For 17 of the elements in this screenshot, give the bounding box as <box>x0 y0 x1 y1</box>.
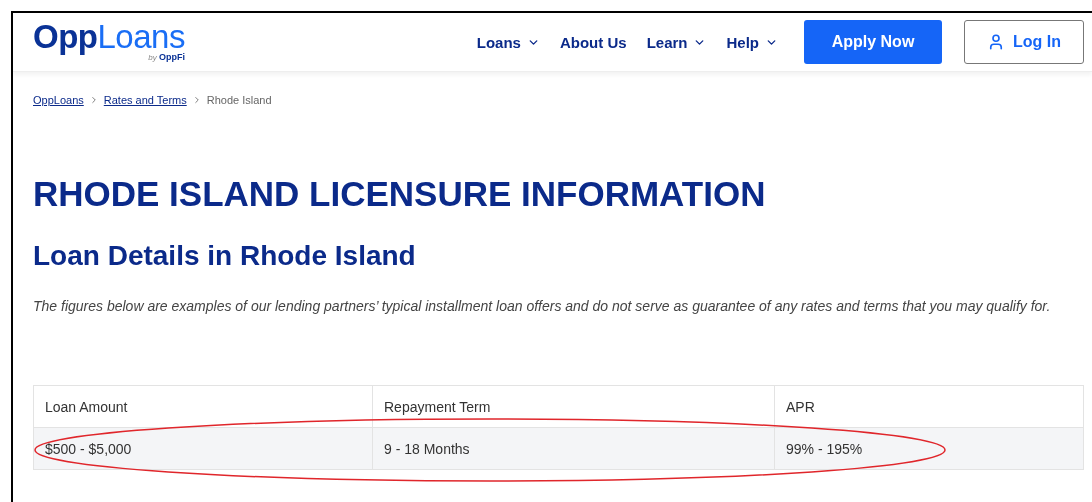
apply-now-button[interactable]: Apply Now <box>804 20 942 64</box>
user-icon <box>987 33 1005 51</box>
breadcrumb-current: Rhode Island <box>206 94 272 106</box>
table-cell: 99% - 195% <box>775 427 1083 469</box>
nav-link[interactable]: Learn <box>646 33 707 51</box>
logo-tagline: by OppFi <box>148 52 185 62</box>
log-in-button[interactable]: Log In <box>964 20 1084 64</box>
nav-link[interactable]: Loans <box>476 33 540 51</box>
disclaimer-text: The figures below are examples of our lending partners’ typical installment loan offers and do not serve as guarantee of any rates and terms that you may qualify for. <box>33 297 1052 316</box>
nav-link[interactable]: Help <box>726 33 778 51</box>
table-cell: $500 - $5,000 <box>34 427 373 469</box>
table-cell: 9 - 18 Months <box>373 427 775 469</box>
section-heading: Loan Details in Rhode Island <box>33 240 417 272</box>
breadcrumb-link[interactable]: Rates and Terms <box>103 94 187 106</box>
breadcrumb-link[interactable]: OppLoans <box>33 94 84 106</box>
nav-link[interactable]: About Us <box>559 33 627 51</box>
page-title: RHODE ISLAND LICENSURE INFORMATION <box>33 174 767 214</box>
